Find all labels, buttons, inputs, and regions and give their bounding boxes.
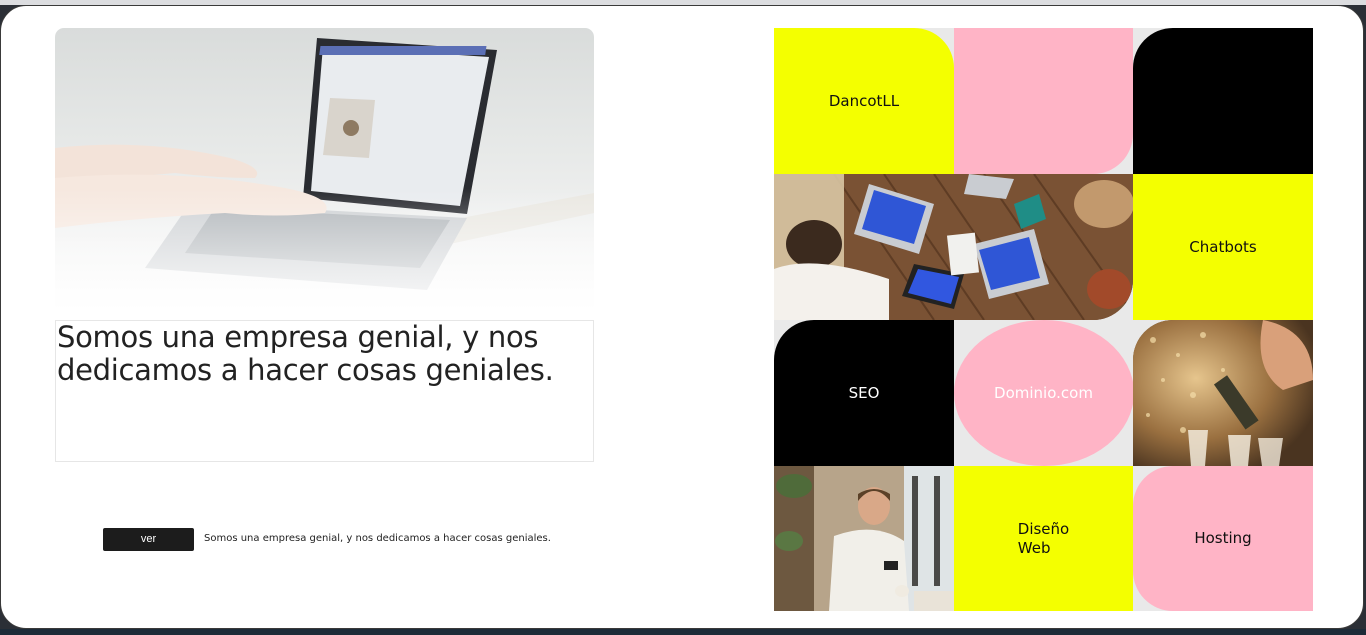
tile-diseno-web-label: Diseño Web — [1017, 519, 1070, 557]
services-grid: DancotLL Chatbots SEO Dominio.com Diseño… — [774, 28, 1313, 611]
tile-diseno-web[interactable]: Diseño Web — [954, 466, 1133, 611]
man-with-phone-photo — [774, 466, 954, 611]
tile-dominio-label: Dominio.com — [994, 383, 1093, 402]
tile-chatbots[interactable]: Chatbots — [1133, 174, 1313, 320]
tile-seo[interactable]: SEO — [774, 320, 954, 466]
page-frame: Somos una empresa genial, y nos dedicamo… — [0, 5, 1364, 629]
heading-container: Somos una empresa genial, y nos dedicamo… — [55, 320, 594, 462]
celebration-photo — [1133, 320, 1313, 466]
tile-seo-label: SEO — [848, 383, 880, 402]
tile-dancotll[interactable]: DancotLL — [774, 28, 954, 174]
tile-chatbots-label: Chatbots — [1189, 237, 1257, 256]
ver-button[interactable]: ver — [103, 528, 194, 551]
tile-hosting-label: Hosting — [1194, 529, 1252, 547]
hero-image — [55, 28, 594, 320]
os-taskbar — [0, 629, 1366, 635]
page-heading: Somos una empresa genial, y nos dedicamo… — [57, 320, 554, 387]
tile-dominio[interactable]: Dominio.com — [954, 320, 1133, 466]
tile-black-blank — [1133, 28, 1313, 174]
tile-pink-blank — [954, 28, 1133, 174]
tile-hosting[interactable]: Hosting — [1133, 466, 1313, 611]
cta-caption: Somos una empresa genial, y nos dedicamo… — [204, 533, 551, 544]
team-meeting-photo — [774, 174, 1133, 320]
tile-dancotll-label: DancotLL — [828, 91, 900, 110]
